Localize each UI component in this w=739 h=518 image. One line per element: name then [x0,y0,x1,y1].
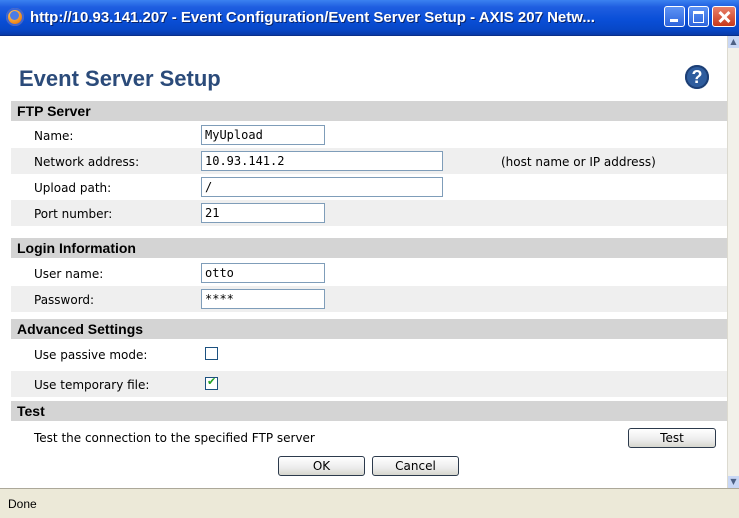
scroll-down-icon[interactable]: ▼ [728,476,739,488]
port-number-label: Port number: [34,207,113,221]
temporary-file-label: Use temporary file: [34,378,150,392]
help-icon[interactable]: ? [685,65,709,89]
row-user-name: User name: otto [11,260,727,286]
window-title: http://10.93.141.207 - Event Configurati… [30,9,595,26]
row-test: Test the connection to the specified FTP… [11,424,727,450]
status-bar: Done [0,488,739,518]
section-advanced-settings: Advanced Settings [11,319,727,339]
row-temporary-file: Use temporary file: ✔ [11,371,727,397]
password-input[interactable]: **** [201,289,325,309]
row-passive-mode: Use passive mode: [11,341,727,367]
name-input[interactable]: MyUpload [201,125,325,145]
password-label: Password: [34,293,95,307]
test-description: Test the connection to the specified FTP… [34,431,315,445]
temporary-file-checkbox[interactable]: ✔ [205,375,218,390]
passive-mode-checkbox[interactable] [205,347,218,360]
network-address-hint: (host name or IP address) [501,155,656,169]
row-password: Password: **** [11,286,727,312]
page-content: Event Server Setup ? FTP Server Name: My… [11,36,727,488]
test-button[interactable]: Test [628,428,716,448]
checkmark-icon: ✔ [207,375,217,388]
row-upload-path: Upload path: / [11,174,727,200]
name-label: Name: [34,129,74,143]
upload-path-label: Upload path: [34,181,112,195]
firefox-icon [6,8,24,26]
cancel-button[interactable]: Cancel [372,456,459,476]
status-text: Done [8,497,37,511]
section-ftp-server: FTP Server [11,101,727,121]
ok-button[interactable]: OK [278,456,365,476]
network-address-input[interactable]: 10.93.141.2 [201,151,443,171]
user-name-label: User name: [34,267,104,281]
passive-mode-label: Use passive mode: [34,348,148,362]
page-title: Event Server Setup [19,66,221,91]
user-name-input[interactable]: otto [201,263,325,283]
upload-path-input[interactable]: / [201,177,443,197]
port-number-input[interactable]: 21 [201,203,325,223]
vertical-scrollbar[interactable]: ▲ ▼ [727,36,739,488]
window-titlebar[interactable]: http://10.93.141.207 - Event Configurati… [0,0,739,36]
row-name: Name: MyUpload [11,122,727,148]
scroll-up-icon[interactable]: ▲ [728,36,739,48]
maximize-button[interactable] [688,6,709,27]
row-network-address: Network address: 10.93.141.2 (host name … [11,148,727,174]
section-test: Test [11,401,727,421]
section-login-information: Login Information [11,238,727,258]
row-port-number: Port number: 21 [11,200,727,226]
network-address-label: Network address: [34,155,140,169]
minimize-button[interactable] [664,6,685,27]
close-button[interactable] [712,6,736,27]
